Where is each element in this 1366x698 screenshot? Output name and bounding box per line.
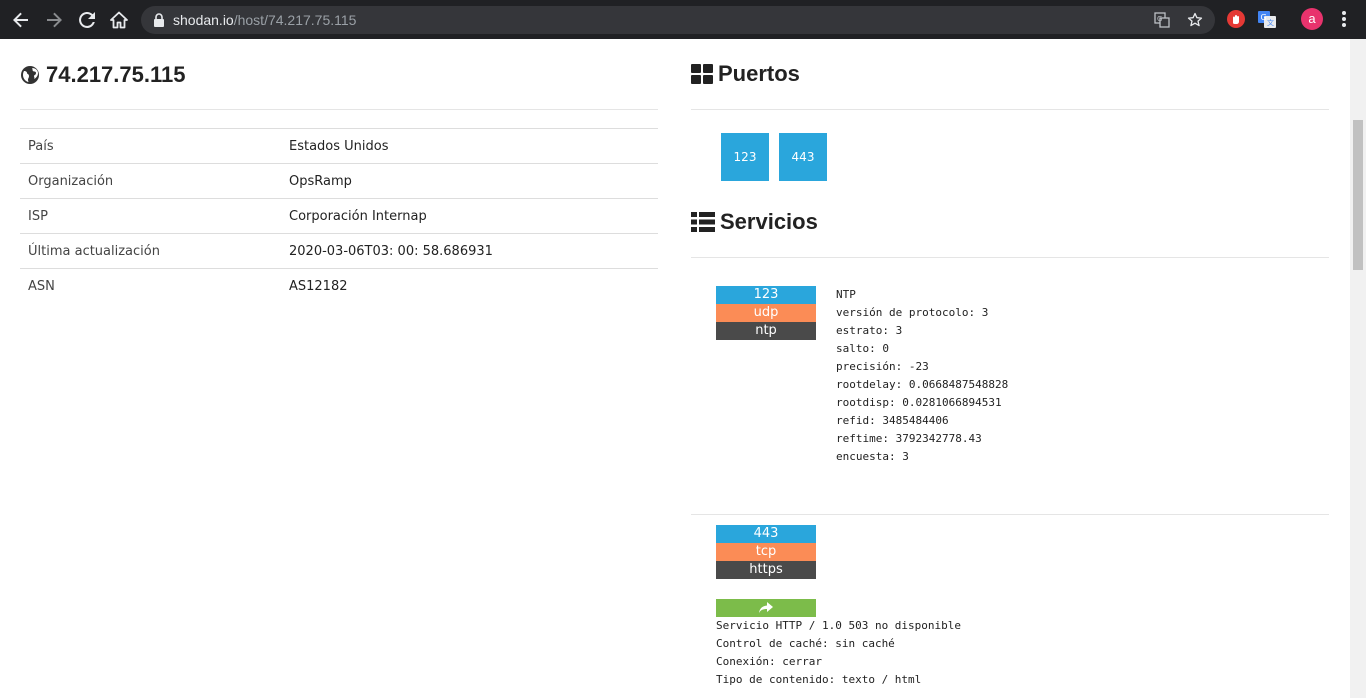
extension-translate-icon[interactable]: G文 <box>1257 9 1277 29</box>
browser-toolbar: shodan.io/host/74.217.75.115 G G文 a <box>0 0 1366 39</box>
forward-icon[interactable] <box>42 8 66 32</box>
info-value: Estados Unidos <box>281 128 658 164</box>
service-protocol: tcp <box>716 543 816 561</box>
divider <box>691 109 1329 110</box>
host-ip: 74.217.75.115 <box>46 62 186 87</box>
info-key: ISP <box>20 198 281 234</box>
service-banner-https: Servicio HTTP / 1.0 503 no disponible Co… <box>716 619 962 686</box>
avatar[interactable]: a <box>1301 8 1323 30</box>
divider <box>691 514 1329 515</box>
home-icon[interactable] <box>107 8 131 32</box>
service-protocol: udp <box>716 304 816 322</box>
reload-icon[interactable] <box>75 8 99 32</box>
extension-hand-icon[interactable] <box>1226 9 1246 29</box>
service-port: 123 <box>716 286 816 304</box>
service-banner-ntp: NTP versión de protocolo: 3 estrato: 3 s… <box>836 288 1009 463</box>
info-key: ASN <box>20 268 281 304</box>
divider <box>20 109 658 110</box>
svg-text:G: G <box>1261 13 1267 22</box>
info-row: Última actualización 2020-03-06T03: 00: 5… <box>20 233 658 269</box>
info-value: AS12182 <box>281 268 658 304</box>
port-link-123[interactable]: 123 <box>721 133 769 181</box>
service-tags-443: 443 tcp https <box>716 525 816 579</box>
translate-icon[interactable]: G <box>1152 10 1172 30</box>
info-key: País <box>20 128 281 164</box>
info-value: 2020-03-06T03: 00: 58.686931 <box>281 233 658 269</box>
star-icon[interactable] <box>1185 10 1205 30</box>
share-icon <box>759 602 773 613</box>
port-link-443[interactable]: 443 <box>779 133 827 181</box>
address-bar[interactable]: shodan.io/host/74.217.75.115 G <box>141 6 1215 34</box>
service-name: https <box>716 561 816 579</box>
info-row: Organización OpsRamp <box>20 163 658 199</box>
ports-title: Puertos <box>691 61 800 87</box>
globe-icon <box>21 66 39 84</box>
list-icon <box>691 212 715 232</box>
page-content: 74.217.75.115 País Estados Unidos Organiza… <box>0 39 1350 698</box>
scrollbar[interactable] <box>1350 39 1366 698</box>
info-row: ISP Corporación Internap <box>20 198 658 234</box>
url-text[interactable]: shodan.io/host/74.217.75.115 <box>173 12 356 28</box>
svg-text:G: G <box>1157 15 1162 23</box>
info-value: Corporación Internap <box>281 198 658 234</box>
divider <box>691 257 1329 258</box>
info-key: Última actualización <box>20 233 281 269</box>
info-value: OpsRamp <box>281 163 658 199</box>
info-key: Organización <box>20 163 281 199</box>
grid-icon <box>691 64 713 84</box>
share-button[interactable] <box>716 599 816 617</box>
info-row: ASN AS12182 <box>20 268 658 304</box>
service-name: ntp <box>716 322 816 340</box>
url-host: shodan.io <box>173 12 234 28</box>
service-tags-123: 123 udp ntp <box>716 286 816 340</box>
service-port: 443 <box>716 525 816 543</box>
svg-text:文: 文 <box>1267 18 1274 27</box>
scrollbar-thumb[interactable] <box>1353 120 1363 270</box>
info-row: País Estados Unidos <box>20 128 658 164</box>
host-title: 74.217.75.115 <box>20 61 185 89</box>
menu-icon[interactable] <box>1337 9 1351 29</box>
host-info-table: País Estados Unidos Organización OpsRamp ISP… <box>20 128 658 304</box>
services-title: Servicios <box>691 209 818 235</box>
url-path: /host/74.217.75.115 <box>233 12 357 28</box>
lock-icon[interactable] <box>153 13 165 32</box>
back-icon[interactable] <box>9 8 33 32</box>
